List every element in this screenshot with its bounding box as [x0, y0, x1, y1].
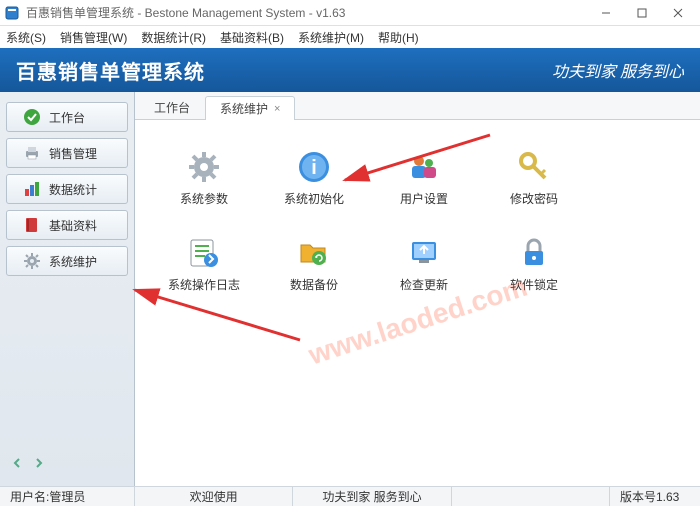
app-data-backup[interactable]: 数据备份 [259, 224, 369, 304]
minimize-button[interactable] [588, 1, 624, 25]
users-icon [406, 149, 442, 185]
app-system-params[interactable]: 系统参数 [149, 138, 259, 218]
tab-strip: 工作台 系统维护 × [135, 92, 700, 120]
status-bar: 用户名:管理员 欢迎使用 功夫到家 服务到心 版本号1.63 [0, 486, 700, 506]
close-icon[interactable]: × [274, 103, 280, 115]
app-software-lock[interactable]: 软件锁定 [479, 224, 589, 304]
app-check-update[interactable]: 检查更新 [369, 224, 479, 304]
gear-icon [186, 149, 222, 185]
log-icon [186, 235, 222, 271]
app-system-init[interactable]: i 系统初始化 [259, 138, 369, 218]
app-label: 检查更新 [400, 276, 448, 293]
sidebar-item-label: 数据统计 [49, 181, 97, 198]
menu-system[interactable]: 系统(S) [6, 29, 46, 46]
sidebar-item-stats[interactable]: 数据统计 [6, 174, 128, 204]
folder-refresh-icon [296, 235, 332, 271]
menu-maintenance[interactable]: 系统维护(M) [298, 29, 364, 46]
printer-icon [23, 144, 41, 162]
menu-sales[interactable]: 销售管理(W) [60, 29, 127, 46]
sidebar-item-basedata[interactable]: 基础资料 [6, 210, 128, 240]
menu-help[interactable]: 帮助(H) [378, 29, 419, 46]
status-user: 用户名:管理员 [0, 487, 135, 506]
app-icon [4, 5, 20, 21]
system-name: 百惠销售单管理系统 [16, 56, 205, 85]
svg-text:i: i [311, 157, 317, 179]
sidebar-item-label: 工作台 [49, 109, 85, 126]
banner: 百惠销售单管理系统 功夫到家 服务到心 [0, 48, 700, 92]
status-welcome: 欢迎使用 [135, 487, 293, 506]
sidebar: 工作台 销售管理 数据统计 基础资料 系统维护 [0, 92, 135, 486]
close-button[interactable] [660, 1, 696, 25]
window-title: 百惠销售单管理系统 - Bestone Management System - … [26, 4, 588, 21]
app-label: 数据备份 [290, 276, 338, 293]
status-slogan: 功夫到家 服务到心 [293, 487, 451, 506]
tab-maintenance[interactable]: 系统维护 × [205, 96, 295, 120]
tab-label: 系统维护 [220, 100, 268, 117]
barchart-icon [23, 180, 41, 198]
app-label: 系统操作日志 [168, 276, 240, 293]
app-label: 修改密码 [510, 190, 558, 207]
nav-fwd-icon[interactable] [30, 454, 48, 472]
gear-icon [23, 252, 41, 270]
status-empty [452, 487, 610, 506]
status-version: 版本号1.63 [610, 487, 700, 506]
sidebar-item-label: 销售管理 [49, 145, 97, 162]
check-icon [23, 108, 41, 126]
app-label: 软件锁定 [510, 276, 558, 293]
sidebar-item-label: 基础资料 [49, 217, 97, 234]
sidebar-item-workbench[interactable]: 工作台 [6, 102, 128, 132]
key-icon [516, 149, 552, 185]
app-user-settings[interactable]: 用户设置 [369, 138, 479, 218]
app-label: 系统参数 [180, 190, 228, 207]
menu-basedata[interactable]: 基础资料(B) [220, 29, 284, 46]
app-change-password[interactable]: 修改密码 [479, 138, 589, 218]
sidebar-item-sales[interactable]: 销售管理 [6, 138, 128, 168]
info-icon: i [296, 149, 332, 185]
book-icon [23, 216, 41, 234]
tab-workbench[interactable]: 工作台 [139, 95, 205, 119]
tab-label: 工作台 [154, 99, 190, 116]
app-label: 系统初始化 [284, 190, 344, 207]
update-icon [406, 235, 442, 271]
workspace: 系统参数 i 系统初始化 用户设置 修改密码 系统操作日志 [135, 120, 700, 486]
nav-back-icon[interactable] [8, 454, 26, 472]
app-label: 用户设置 [400, 190, 448, 207]
menu-stats[interactable]: 数据统计(R) [141, 29, 206, 46]
app-operation-log[interactable]: 系统操作日志 [149, 224, 259, 304]
lock-icon [516, 235, 552, 271]
maximize-button[interactable] [624, 1, 660, 25]
sidebar-item-label: 系统维护 [49, 253, 97, 270]
menu-bar: 系统(S) 销售管理(W) 数据统计(R) 基础资料(B) 系统维护(M) 帮助… [0, 26, 700, 48]
sidebar-item-maintenance[interactable]: 系统维护 [6, 246, 128, 276]
banner-slogan: 功夫到家 服务到心 [552, 58, 684, 82]
window-titlebar: 百惠销售单管理系统 - Bestone Management System - … [0, 0, 700, 26]
